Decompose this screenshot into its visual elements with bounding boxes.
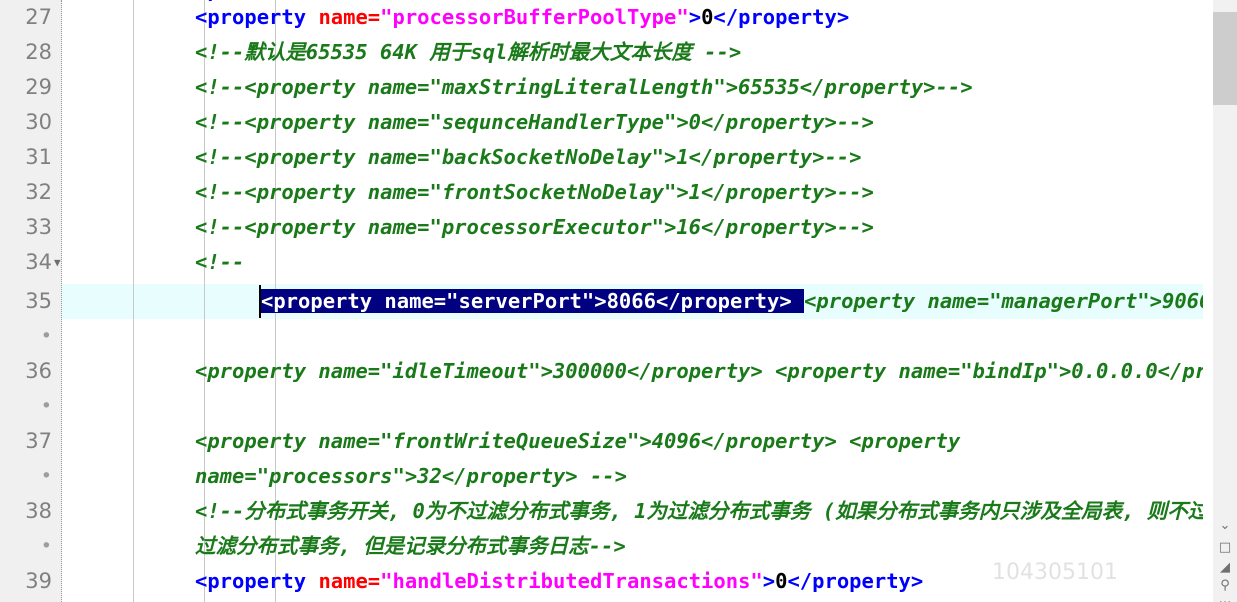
line-wrap-marker: • [40, 535, 52, 557]
code-line-35: <property name="serverPort">8066</proper… [261, 284, 1203, 319]
code-line-38: <!--分布式事务开关, 0为不过滤分布式事务, 1为过滤分布式事务 (如果分布… [195, 494, 1203, 564]
editor-text-area[interactable]: <pro <property name="processorBufferPool… [62, 0, 1203, 602]
line-number: 39 [25, 569, 52, 593]
line-number: 30 [25, 110, 52, 134]
line-number: 29 [25, 75, 52, 99]
code-line-39: <property name="handleDistributedTransac… [195, 564, 923, 599]
line-wrap-marker: • [40, 325, 52, 347]
code-token-open-tag: <property [195, 5, 307, 29]
code-line-34: <!-- [195, 245, 244, 280]
code-token-text: 0 [775, 569, 788, 593]
code-token-comment: <!--<property name="frontSocketNoDelay">… [195, 180, 874, 204]
code-line-32: <!--<property name="frontSocketNoDelay">… [195, 175, 874, 210]
scrollbar-thumb[interactable] [1213, 12, 1237, 105]
code-token-text: 0 [701, 5, 714, 29]
code-editor-window: <pro <property name="processorBufferPool… [0, 0, 1237, 602]
line-number-active: 35 [25, 289, 52, 313]
line-number: 28 [25, 40, 52, 64]
line-number: 37 [25, 429, 52, 453]
line-number: 31 [25, 145, 52, 169]
line-number: 27 [25, 5, 52, 29]
code-token-attr-value: "handleDistributedTransactions" [380, 569, 763, 593]
code-line-31: <!--<property name="backSocketNoDelay">1… [195, 140, 861, 175]
line-number: 34 [25, 250, 52, 274]
indent-guide [133, 0, 134, 602]
code-token-comment: <!--<property name="maxStringLiteralLeng… [195, 75, 973, 99]
code-token-close-tag: </property> [713, 5, 850, 29]
more-dots-icon[interactable]: … [1213, 590, 1237, 602]
chevron-down-icon[interactable]: ⌄ [1213, 516, 1237, 536]
code-token-close-tag: </property> [787, 569, 924, 593]
selected-text[interactable]: <property name="serverPort">8066</proper… [261, 289, 805, 313]
line-number-gutter[interactable]: 27 28 29 30 31 32 33 34 ▼ 35 • 36 • 37 •… [0, 0, 62, 602]
line-number: 32 [25, 180, 52, 204]
code-token-attr-name: name= [318, 5, 381, 29]
code-fold-icon[interactable]: ▼ [54, 245, 64, 280]
line-number: 36 [25, 359, 52, 383]
page-icon[interactable]: □ [1213, 538, 1237, 558]
line-wrap-marker: • [40, 395, 52, 417]
code-token-comment: <!--<property name="backSocketNoDelay">1… [195, 145, 862, 169]
line-number: 33 [25, 215, 52, 239]
code-line-30: <!--<property name="sequnceHandlerType">… [195, 105, 874, 140]
line-number: 38 [25, 499, 52, 523]
code-token-comment: <!-- [195, 250, 245, 274]
code-token-attr-name: name= [318, 569, 381, 593]
code-token-comment: <property name="frontWriteQueueSize">409… [195, 429, 973, 488]
code-token-comment: <property name="managerPort">9066</prope… [804, 289, 1203, 313]
code-token-gt: > [688, 5, 702, 29]
text-caret [259, 285, 261, 318]
code-line-36: <property name="idleTimeout">300000</pro… [195, 354, 1203, 389]
code-line-29: <!--<property name="maxStringLiteralLeng… [195, 70, 973, 105]
code-line-28: <!--默认是65535 64K 用于sql解析时最大文本长度 --> [195, 35, 741, 70]
code-token-open-tag: <property [195, 569, 307, 593]
code-token-comment: <!--分布式事务开关, 0为不过滤分布式事务, 1为过滤分布式事务 (如果分布… [195, 499, 1203, 558]
line-wrap-marker: • [40, 465, 52, 487]
code-token-gt: > [762, 569, 776, 593]
code-token-comment: <!--<property name="sequnceHandlerType">… [195, 110, 874, 134]
code-token-comment: <!--默认是65535 64K 用于sql解析时最大文本长度 --> [195, 40, 742, 64]
code-line-37: <property name="frontWriteQueueSize">409… [195, 424, 1203, 494]
code-line-27: <property name="processorBufferPoolType"… [195, 0, 849, 35]
vertical-scrollbar[interactable]: ⌄ □ ◢ ⚲ … [1203, 0, 1237, 602]
code-line-33: <!--<property name="processorExecutor">1… [195, 210, 874, 245]
code-token-attr-value: "processorBufferPoolType" [380, 5, 689, 29]
pointer-icon[interactable]: ◢ [1213, 558, 1237, 578]
code-token-comment: <property name="idleTimeout">300000</pro… [195, 359, 1203, 383]
code-token-comment: <!--<property name="processorExecutor">1… [195, 215, 874, 239]
